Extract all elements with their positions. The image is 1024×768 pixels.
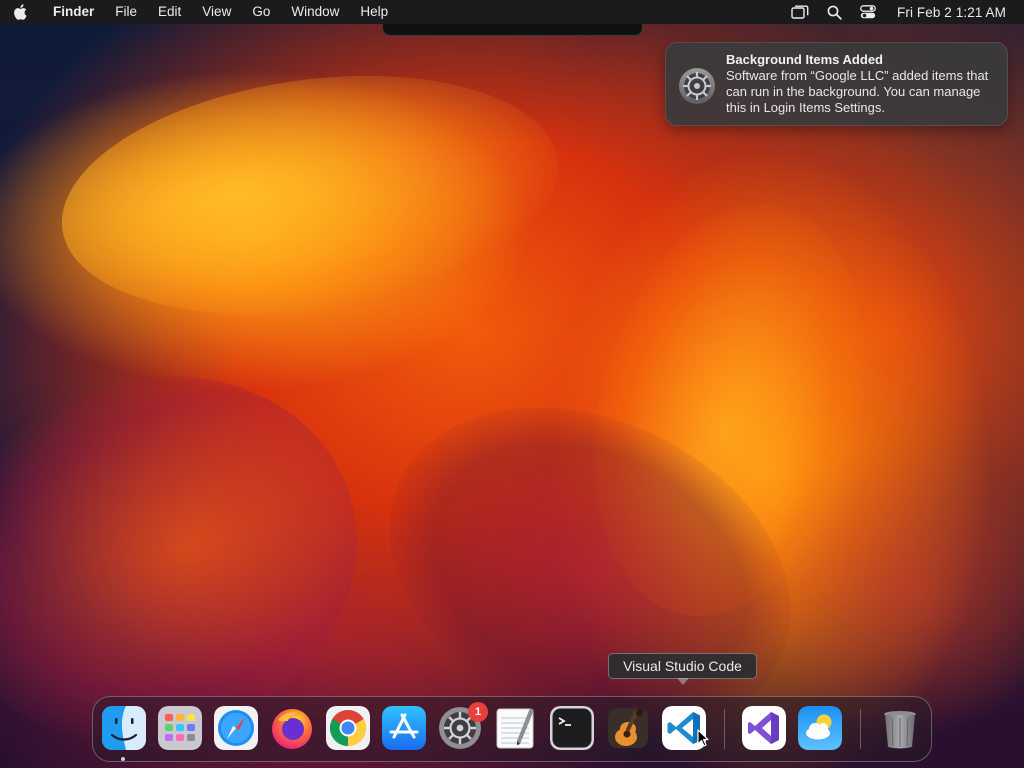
apple-logo-icon[interactable] xyxy=(0,0,40,24)
chrome-icon[interactable] xyxy=(326,706,370,750)
dock-separator xyxy=(724,709,725,749)
dock-tooltip: Visual Studio Code xyxy=(608,653,757,679)
safari-icon[interactable] xyxy=(214,706,258,750)
app-store-icon[interactable] xyxy=(382,706,426,750)
camera-notch xyxy=(382,24,643,36)
menu-view[interactable]: View xyxy=(192,0,242,24)
menu-window[interactable]: Window xyxy=(281,0,350,24)
menu-edit[interactable]: Edit xyxy=(148,0,192,24)
menu-go[interactable]: Go xyxy=(242,0,281,24)
finder-running-indicator xyxy=(121,757,125,761)
menu-bar-left: Finder File Edit View Go Window Help xyxy=(0,0,399,24)
menu-bar-clock[interactable]: Fri Feb 2 1:21 AM xyxy=(897,5,1006,20)
visual-studio-icon[interactable] xyxy=(742,706,786,750)
dock xyxy=(92,696,932,762)
notification-body: Software from “Google LLC” added items t… xyxy=(726,68,989,115)
menu-bar: Finder File Edit View Go Window Help Fri… xyxy=(0,0,1024,24)
menu-file[interactable]: File xyxy=(105,0,148,24)
notification-content: Background Items Added Software from “Go… xyxy=(726,52,996,116)
finder-icon[interactable] xyxy=(102,706,146,750)
menu-bar-right: Fri Feb 2 1:21 AM xyxy=(783,0,1024,24)
notification-title: Background Items Added xyxy=(726,52,883,67)
terminal-icon[interactable] xyxy=(550,706,594,750)
launchpad-icon[interactable] xyxy=(158,706,202,750)
screen-mirroring-icon[interactable] xyxy=(783,0,817,24)
menu-app-finder[interactable]: Finder xyxy=(40,0,105,24)
notification-banner[interactable]: Background Items Added Software from “Go… xyxy=(665,42,1008,126)
control-center-icon[interactable] xyxy=(851,0,885,24)
menu-help[interactable]: Help xyxy=(350,0,399,24)
textedit-icon[interactable] xyxy=(494,706,538,750)
system-settings-gear-icon xyxy=(678,67,716,105)
firefox-icon[interactable] xyxy=(270,706,314,750)
system-settings-badge: 1 xyxy=(468,702,488,722)
mouse-pointer-icon xyxy=(697,729,709,747)
weather-icon[interactable] xyxy=(798,706,842,750)
spotlight-search-icon[interactable] xyxy=(817,0,851,24)
tooltip-arrow xyxy=(677,678,689,685)
dock-separator xyxy=(860,709,861,749)
wallpaper-petal xyxy=(46,46,574,344)
trash-icon[interactable] xyxy=(878,706,922,750)
garageband-icon[interactable] xyxy=(606,706,650,750)
